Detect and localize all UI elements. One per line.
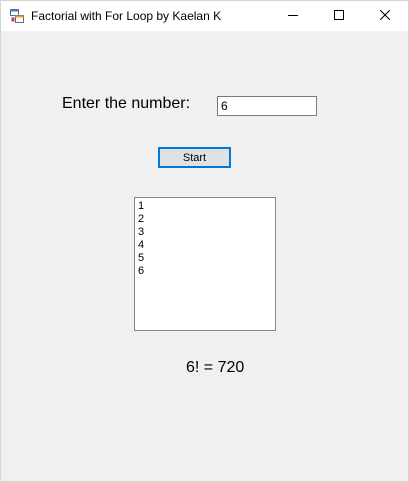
window-title: Factorial with For Loop by Kaelan K	[31, 9, 222, 23]
minimize-button[interactable]	[270, 1, 316, 31]
title-bar[interactable]: Factorial with For Loop by Kaelan K	[1, 1, 408, 31]
maximize-button[interactable]	[316, 1, 362, 31]
list-item[interactable]: 3	[138, 226, 272, 239]
list-item[interactable]: 5	[138, 252, 272, 265]
start-button[interactable]: Start	[158, 147, 231, 168]
maximize-icon	[334, 7, 344, 25]
app-window-icon	[10, 9, 24, 23]
minimize-icon	[288, 7, 298, 25]
list-item[interactable]: 6	[138, 265, 272, 278]
app-window: Factorial with For Loop by Kaelan K Ente…	[0, 0, 409, 482]
form-client-area: Enter the number: Start 1 2 3 4 5 6 6! =…	[1, 31, 408, 481]
list-item[interactable]: 4	[138, 239, 272, 252]
list-item[interactable]: 1	[138, 200, 272, 213]
prompt-label: Enter the number:	[62, 95, 191, 112]
list-item[interactable]: 2	[138, 213, 272, 226]
result-label: 6! = 720	[186, 359, 245, 376]
factor-listbox[interactable]: 1 2 3 4 5 6	[134, 197, 276, 331]
number-input[interactable]	[217, 96, 317, 116]
close-icon	[379, 7, 391, 25]
close-button[interactable]	[362, 1, 408, 31]
